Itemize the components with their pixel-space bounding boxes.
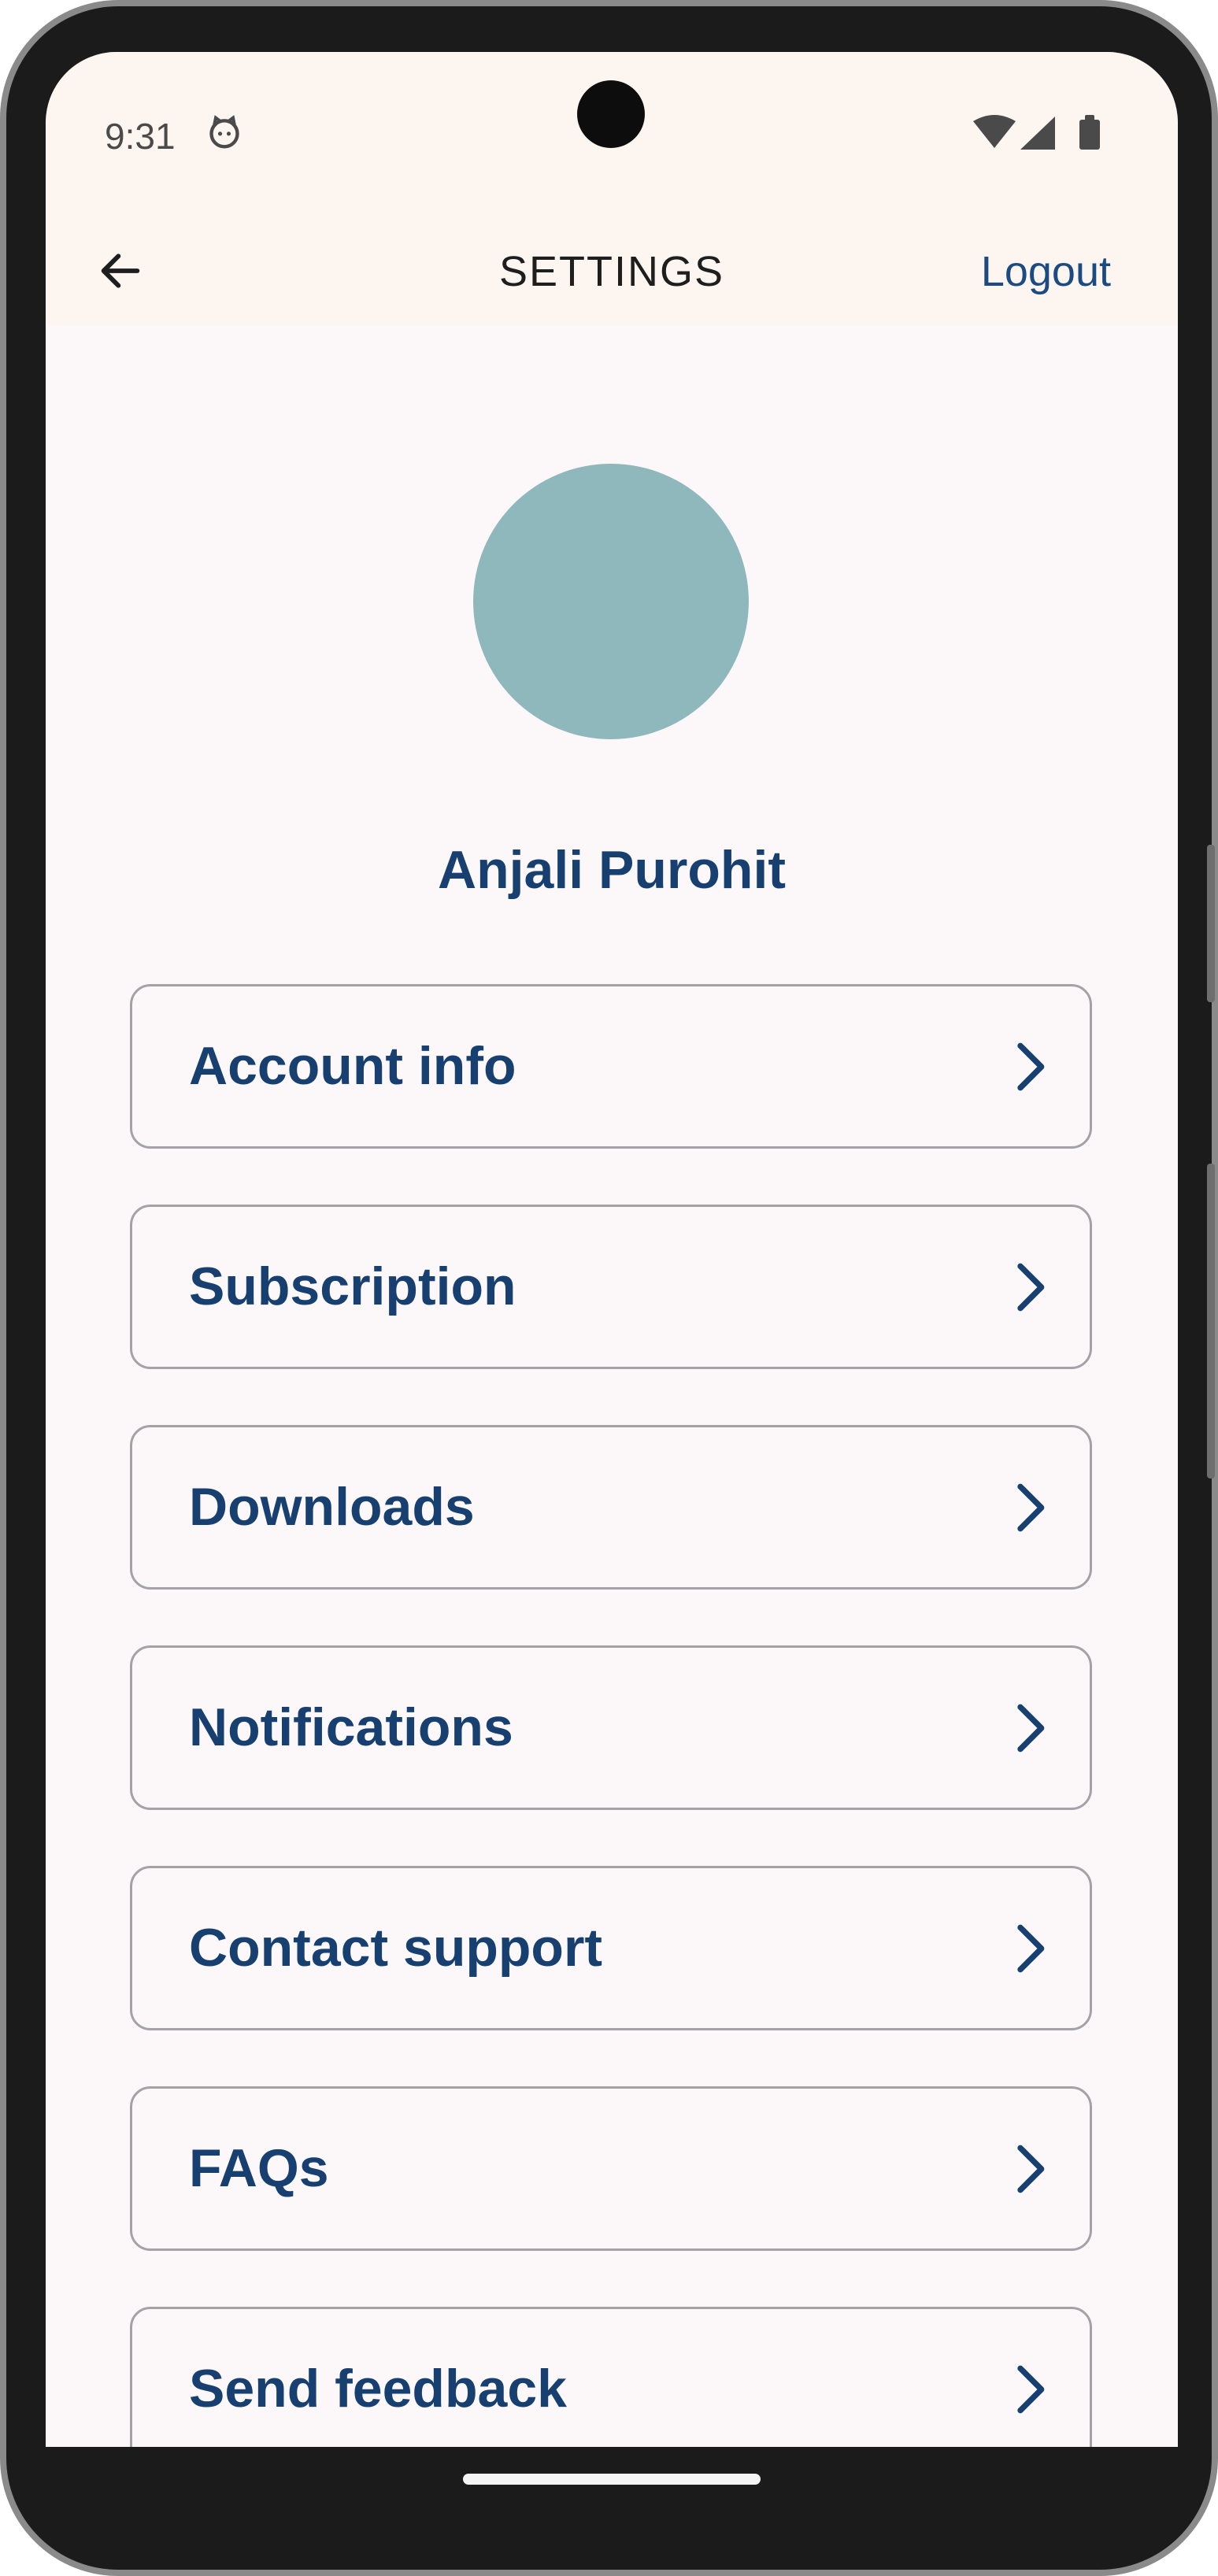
menu-item-label: Notifications	[189, 1697, 513, 1757]
settings-menu: Account info Subscription Downloads Noti…	[130, 984, 1092, 2513]
top-app-bar: 9:31 SETTINGS Logout	[46, 52, 1178, 325]
cat-face-icon	[209, 115, 239, 149]
menu-item-faqs[interactable]: FAQs	[130, 2086, 1092, 2251]
status-icons	[973, 115, 1100, 150]
chevron-right-icon	[1017, 2365, 1045, 2414]
chevron-right-icon	[1017, 1924, 1045, 1973]
menu-item-notifications[interactable]: Notifications	[130, 1645, 1092, 1810]
chevron-right-icon	[1017, 1263, 1045, 1312]
menu-item-subscription[interactable]: Subscription	[130, 1205, 1092, 1369]
chevron-right-icon	[1017, 1042, 1045, 1091]
menu-item-label: FAQs	[189, 2138, 329, 2198]
chevron-right-icon	[1017, 2145, 1045, 2193]
avatar[interactable]	[473, 464, 749, 739]
volume-button	[1207, 845, 1215, 1002]
menu-item-label: Subscription	[189, 1257, 516, 1316]
front-camera	[577, 80, 645, 148]
power-button	[1207, 1164, 1215, 1479]
profile-name: Anjali Purohit	[438, 840, 786, 900]
menu-item-label: Send feedback	[189, 2359, 567, 2419]
menu-item-contact-support[interactable]: Contact support	[130, 1866, 1092, 2030]
app-screen: 9:31 SETTINGS Logout Anjali Purohit Acco…	[46, 52, 1178, 2513]
status-time: 9:31	[105, 116, 176, 157]
wifi-icon	[973, 115, 1016, 148]
battery-icon	[1079, 115, 1100, 150]
chevron-right-icon	[1017, 1704, 1045, 1752]
menu-item-downloads[interactable]: Downloads	[130, 1425, 1092, 1590]
home-gesture-handle[interactable]	[463, 2474, 761, 2485]
signal-icon	[1020, 117, 1055, 150]
menu-item-label: Account info	[189, 1036, 516, 1096]
menu-item-label: Downloads	[189, 1477, 475, 1537]
chevron-right-icon	[1017, 1483, 1045, 1532]
logout-button[interactable]: Logout	[981, 247, 1111, 296]
phone-frame: 9:31 SETTINGS Logout Anjali Purohit Acco…	[0, 0, 1218, 2576]
menu-item-account-info[interactable]: Account info	[130, 984, 1092, 1149]
menu-item-label: Contact support	[189, 1918, 603, 1978]
